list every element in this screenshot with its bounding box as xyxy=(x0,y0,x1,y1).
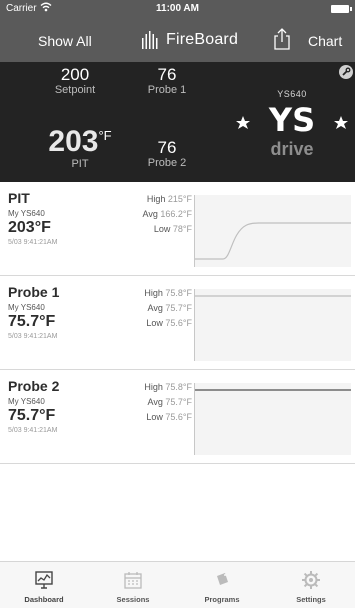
stat-label: Avg xyxy=(142,209,158,219)
stat-high: 75.8°F xyxy=(165,382,192,392)
stat-low: 75.6°F xyxy=(165,412,192,422)
stat-avg: 75.7°F xyxy=(165,303,192,313)
status-bar: Carrier 11:00 AM xyxy=(0,0,355,18)
stat-avg: 75.7°F xyxy=(165,397,192,407)
stat-avg: 166.2°F xyxy=(160,209,192,219)
sparkline-line xyxy=(195,222,351,260)
chart-button[interactable]: Chart xyxy=(308,33,342,49)
setpoint-label: Setpoint xyxy=(54,84,96,96)
ys-logo-icon: YS xyxy=(236,101,348,135)
probe1-readout[interactable]: 76 Probe 1 xyxy=(132,66,202,97)
probe1-label: Probe 1 xyxy=(147,84,187,96)
stat-low: 75.6°F xyxy=(165,318,192,328)
channel-name: PIT xyxy=(8,190,30,206)
stat-label: High xyxy=(144,288,163,298)
channel-temp: 75.7°F xyxy=(8,313,56,330)
stat-label: Low xyxy=(146,412,163,422)
share-icon[interactable] xyxy=(272,27,292,51)
pit-readout[interactable]: 203°F PIT xyxy=(30,126,130,171)
channel-timestamp: 5/03 9:41:21AM xyxy=(8,239,58,246)
sparkline-chart[interactable] xyxy=(194,383,351,455)
stat-label: Avg xyxy=(147,397,163,407)
stat-label: Avg xyxy=(147,303,163,313)
stat-label: High xyxy=(146,194,166,204)
tab-label: Settings xyxy=(296,595,326,604)
stat-high: 75.8°F xyxy=(165,288,192,298)
tab-dashboard[interactable]: Dashboard xyxy=(0,562,88,608)
channel-device: My YS640 xyxy=(8,397,45,406)
app-logo: FireBoard xyxy=(140,28,238,52)
sparkline-chart[interactable] xyxy=(194,195,351,267)
nav-bar: Show All FireBoard Chart xyxy=(0,18,355,62)
calendar-icon xyxy=(124,572,142,589)
brand-tagline: drive xyxy=(270,139,314,159)
probe2-label: Probe 2 xyxy=(147,157,187,169)
channel-timestamp: 5/03 9:41:21AM xyxy=(8,333,58,340)
probe2-readout[interactable]: 76 Probe 2 xyxy=(132,139,202,170)
channel-temp: 75.7°F xyxy=(8,407,56,424)
setpoint-value: 200 xyxy=(60,65,90,84)
channel-name: Probe 2 xyxy=(8,378,60,394)
stat-label: High xyxy=(144,382,163,392)
pit-value: 203 xyxy=(48,125,99,158)
brand-model: YS640 xyxy=(277,89,307,99)
stat-high: 215°F xyxy=(167,194,192,204)
gear-icon xyxy=(302,571,320,589)
channel-device: My YS640 xyxy=(8,209,45,218)
battery-icon xyxy=(331,5,352,13)
ys-logo-text: YS xyxy=(268,101,315,135)
stat-label: Low xyxy=(153,224,171,234)
brand-logo: YS640 YS drive xyxy=(233,89,351,161)
pit-label: PIT xyxy=(71,158,89,170)
tab-programs[interactable]: Programs xyxy=(178,562,266,608)
channel-name: Probe 1 xyxy=(8,284,60,300)
tab-settings[interactable]: Settings xyxy=(267,562,355,608)
show-all-button[interactable]: Show All xyxy=(38,33,92,49)
channel-row-probe2[interactable]: Probe 2 My YS640 75.7°F 5/03 9:41:21AM H… xyxy=(0,370,355,464)
tab-label: Sessions xyxy=(116,595,150,604)
fireboard-logo-icon xyxy=(142,31,158,49)
channel-temp: 203°F xyxy=(8,219,51,236)
status-time: 11:00 AM xyxy=(156,3,199,14)
probe2-value: 76 xyxy=(157,138,177,157)
logo-text: FireBoard xyxy=(166,31,239,48)
dashboard-icon xyxy=(35,571,53,589)
tab-label: Dashboard xyxy=(24,595,64,604)
stat-low: 78°F xyxy=(172,224,192,234)
channel-row-probe1[interactable]: Probe 1 My YS640 75.7°F 5/03 9:41:21AM H… xyxy=(0,276,355,370)
tag-icon xyxy=(217,573,228,585)
stat-label: Low xyxy=(146,318,163,328)
channel-timestamp: 5/03 9:41:21AM xyxy=(8,427,58,434)
pit-unit: °F xyxy=(98,128,112,143)
sparkline-chart[interactable] xyxy=(194,289,351,361)
channel-row-pit[interactable]: PIT My YS640 203°F 5/03 9:41:21AM High 2… xyxy=(0,182,355,276)
channel-device: My YS640 xyxy=(8,303,45,312)
tab-sessions[interactable]: Sessions xyxy=(89,562,177,608)
wrench-icon[interactable] xyxy=(339,65,353,79)
probe1-value: 76 xyxy=(157,65,177,84)
setpoint-readout[interactable]: 200 Setpoint xyxy=(40,66,110,97)
tab-label: Programs xyxy=(204,595,240,604)
tab-bar: Dashboard Sessions Programs Settings xyxy=(0,561,355,608)
summary-panel: 200 Setpoint 76 Probe 1 203°F PIT 76 Pro… xyxy=(0,62,355,182)
